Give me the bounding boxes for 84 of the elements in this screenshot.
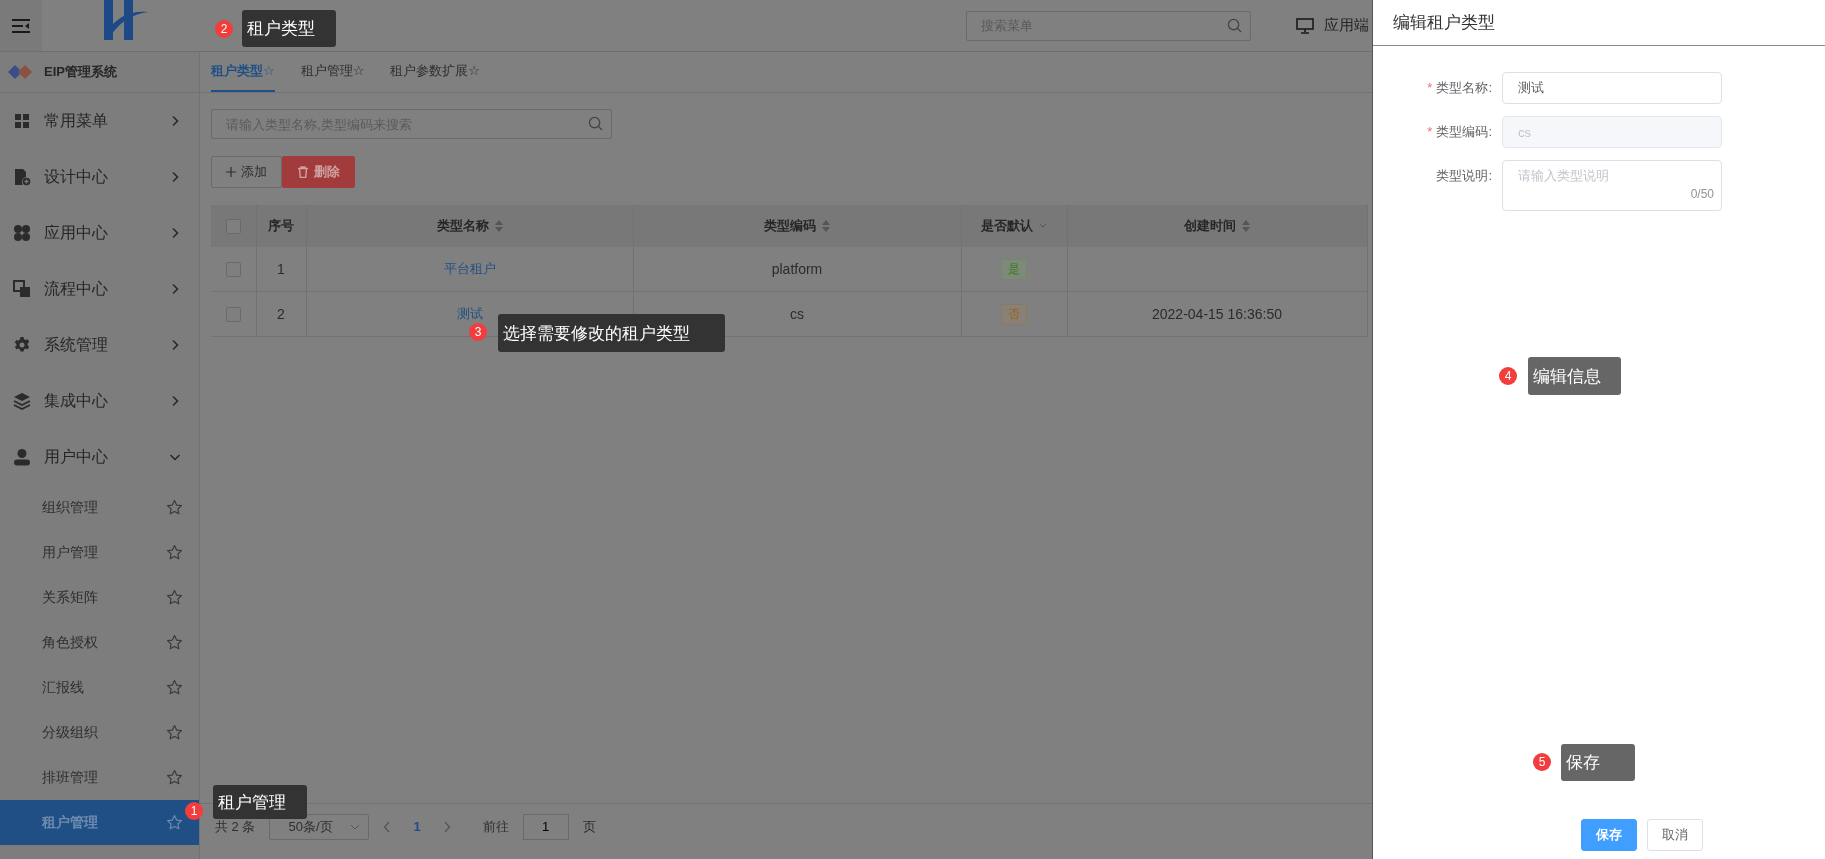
table-cell: 2 [277, 306, 285, 322]
sort-icon[interactable] [494, 220, 503, 232]
total-count: 共 2 条 [215, 817, 256, 836]
sidebar-subitem[interactable]: 汇报线 [0, 665, 199, 710]
table-cell: cs [790, 306, 804, 322]
star-icon[interactable] [166, 679, 183, 696]
page-suffix: 页 [582, 817, 596, 836]
tab[interactable]: 租户管理☆ [300, 52, 365, 92]
sidebar-subitem[interactable]: 排班管理 [0, 755, 199, 800]
document-plus-icon [13, 168, 31, 186]
default-tag: 否 [1001, 303, 1027, 325]
star-icon[interactable] [166, 589, 183, 606]
type-name-link[interactable]: 平台租户 [443, 261, 496, 276]
star-icon[interactable] [166, 544, 183, 561]
sidebar-menu-item[interactable]: 用户中心 [0, 429, 199, 485]
sidebar-subitem[interactable]: 关系矩阵 [0, 575, 199, 620]
drawer-title: 编辑租户类型 [1393, 12, 1495, 34]
annotation-tooltip: 租户管理 [213, 785, 307, 819]
diamond-logo-icon [8, 65, 32, 79]
delete-button[interactable]: 删除 [282, 156, 355, 188]
app-switch-label[interactable]: 应用端 [1324, 16, 1369, 35]
column-header: 类型名称 [436, 217, 489, 235]
add-button[interactable]: 添加 [211, 156, 282, 188]
sidebar-menu-item[interactable]: 集成中心 [0, 373, 199, 429]
sidebar-menu-item[interactable]: 应用中心 [0, 205, 199, 261]
sidebar-menu-item[interactable]: 常用菜单 [0, 93, 199, 149]
star-icon[interactable] [166, 814, 183, 831]
annotation-tooltip: 选择需要修改的租户类型 [498, 314, 725, 352]
sidebar-subitem[interactable]: 用户管理 [0, 530, 199, 575]
column-header: 创建时间 [1184, 217, 1236, 235]
save-button[interactable]: 保存 [1581, 819, 1637, 851]
layers-icon [13, 392, 31, 410]
previous-page-icon[interactable] [383, 820, 392, 833]
sidebar-menu-item[interactable]: 设计中心 [0, 149, 199, 205]
char-counter: 0/50 [1690, 187, 1714, 201]
annotation-tooltip: 保存 [1561, 744, 1635, 781]
next-page-icon[interactable] [442, 820, 451, 833]
column-header: 是否默认 [981, 217, 1033, 235]
sidebar-subitem[interactable]: 角色授权 [0, 620, 199, 665]
sidebar-menu-item[interactable]: 流程中心 [0, 261, 199, 317]
monitor-icon[interactable] [1296, 17, 1314, 34]
cancel-button[interactable]: 取消 [1647, 819, 1703, 851]
search-icon[interactable] [1227, 17, 1242, 33]
sidebar-subitem[interactable]: 组织管理 [0, 485, 199, 530]
default-tag: 是 [1001, 258, 1027, 280]
filter-caret-icon[interactable] [1039, 223, 1047, 229]
search-icon[interactable] [588, 116, 603, 131]
table-cell: 1 [277, 261, 285, 277]
column-header: 序号 [268, 217, 294, 235]
tab[interactable]: 租户参数扩展☆ [390, 52, 480, 92]
system-name: EIP管理系统 [44, 63, 117, 81]
goto-label: 前往 [482, 817, 509, 836]
gear-icon [13, 336, 31, 354]
type-name-link[interactable]: 测试 [456, 306, 483, 321]
star-icon[interactable] [166, 499, 183, 516]
text-field[interactable]: 测试 [1502, 72, 1722, 104]
grid-icon [14, 113, 30, 129]
squares-icon [13, 280, 31, 298]
column-header: 类型编码 [764, 217, 816, 235]
table-cell: 2022-04-15 16:36:50 [1152, 306, 1282, 322]
star-icon[interactable] [166, 724, 183, 741]
field-label: 类型说明: [1435, 167, 1493, 185]
caret-icon [350, 823, 361, 830]
sidebar-subitem[interactable]: 分级组织 [0, 710, 199, 755]
menu-icon[interactable] [11, 17, 31, 34]
step-number-badge: 3 [469, 323, 487, 341]
star-icon[interactable] [166, 769, 183, 786]
annotation-tooltip: 编辑信息 [1528, 357, 1621, 395]
sort-icon[interactable] [1242, 220, 1250, 232]
menu-toggle-button[interactable] [0, 0, 42, 51]
field-label: * 类型编码: [1426, 123, 1493, 141]
field-label: * 类型名称: [1426, 79, 1493, 97]
sort-icon[interactable] [822, 220, 830, 232]
sidebar-menu-item[interactable]: 系统管理 [0, 317, 199, 373]
page-number[interactable]: 1 [405, 819, 429, 834]
table-cell: platform [771, 261, 823, 277]
annotation-tooltip: 租户类型 [242, 10, 336, 47]
plus-icon [226, 167, 236, 177]
goto-page-field[interactable]: 1 [522, 813, 569, 840]
user-icon [13, 448, 31, 466]
star-icon[interactable] [166, 634, 183, 651]
tab[interactable]: 租户类型☆ [211, 52, 275, 92]
trash-icon [297, 166, 309, 178]
four-circles-icon [13, 224, 31, 242]
